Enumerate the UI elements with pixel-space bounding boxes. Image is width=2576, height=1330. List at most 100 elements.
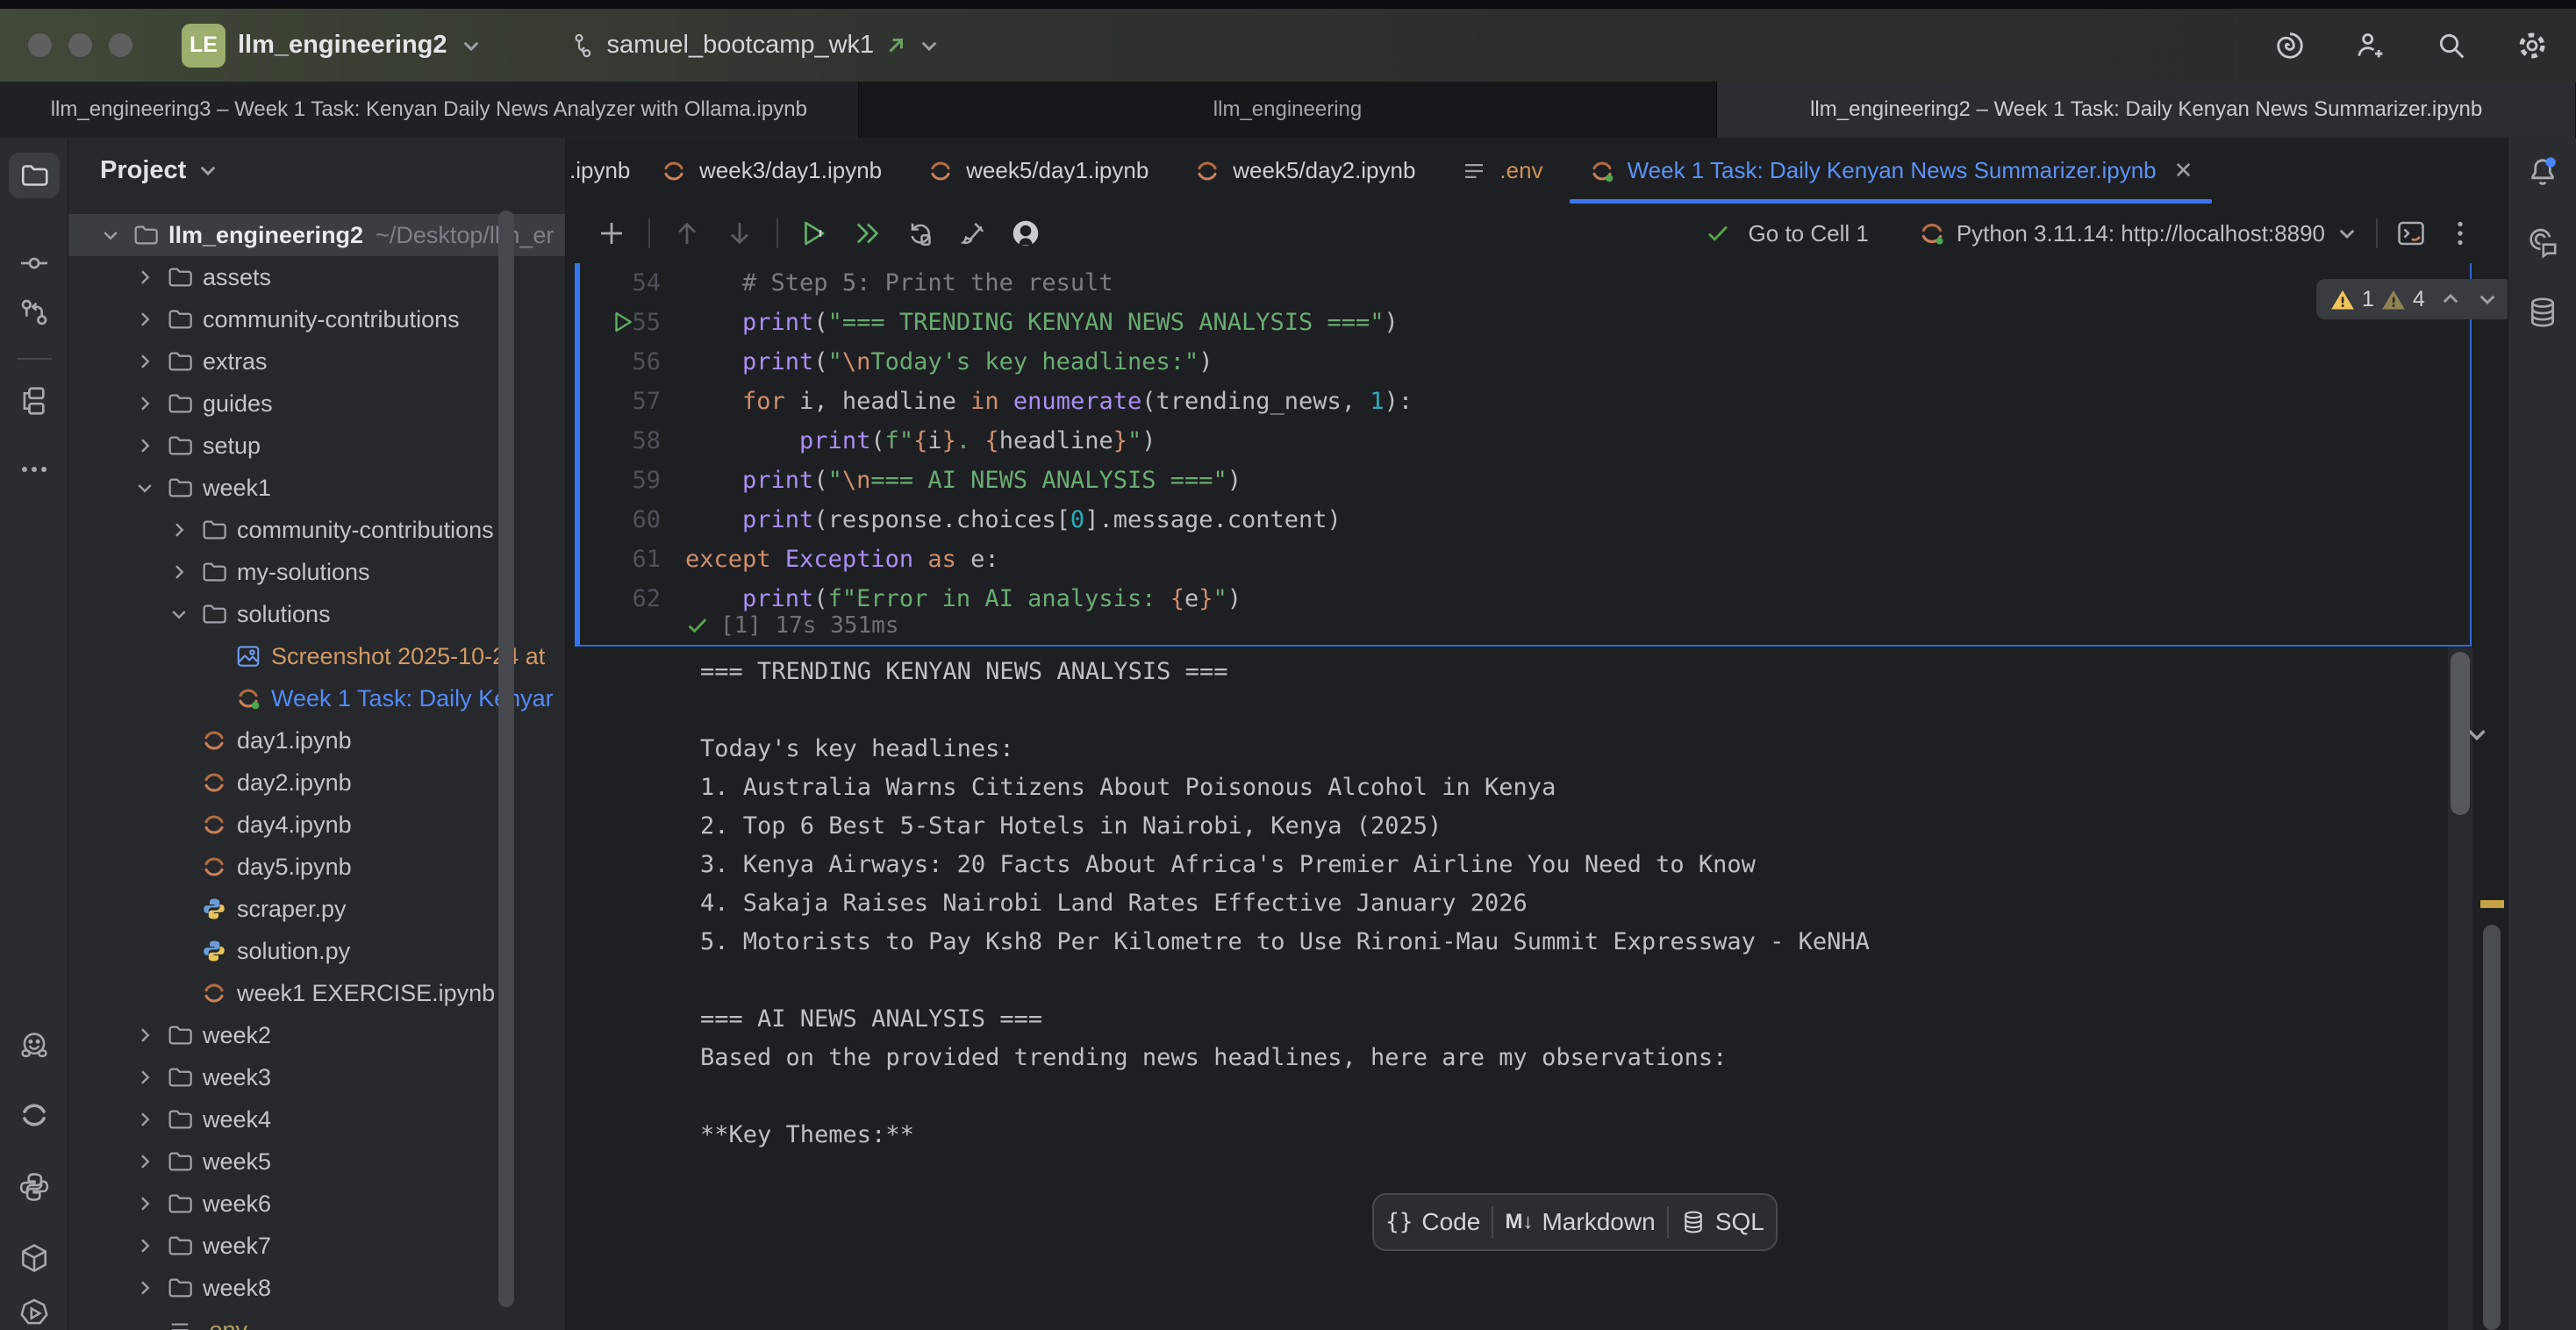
tree-item-week4[interactable]: week4	[68, 1098, 565, 1141]
markdown-cell-button[interactable]: M↓ Markdown	[1505, 1208, 1655, 1236]
github-icon[interactable]	[1010, 218, 1041, 249]
tree-item-week1-exercise-ipynb[interactable]: week1 EXERCISE.ipynb	[68, 972, 565, 1014]
ai-assistant-chat-icon[interactable]	[2525, 225, 2560, 261]
ai-assistant-icon[interactable]	[2272, 28, 2308, 63]
tree-item-week7[interactable]: week7	[68, 1225, 565, 1267]
tree-item-solutions[interactable]: solutions	[68, 593, 565, 635]
commit-tool-icon[interactable]	[18, 247, 51, 280]
tree-item-assets[interactable]: assets	[68, 256, 565, 298]
jupyter-console-icon[interactable]	[2395, 218, 2427, 249]
project-panel-header[interactable]: Project	[100, 150, 219, 190]
chevron-right-icon[interactable]	[161, 516, 197, 544]
tree-item--env[interactable]: .env	[68, 1309, 565, 1330]
project-tree-scrollbar[interactable]	[498, 211, 514, 1307]
run-cell-icon[interactable]	[799, 218, 831, 249]
tree-item-week5[interactable]: week5	[68, 1141, 565, 1183]
next-problem-chevron-icon[interactable]	[2476, 288, 2499, 311]
tree-item-scraper-py[interactable]: scraper.py	[68, 888, 565, 930]
editor-tab-1[interactable]: week3/day1.ipynb	[638, 138, 905, 204]
tree-item-week8[interactable]: week8	[68, 1267, 565, 1309]
move-cell-up-icon[interactable]	[671, 218, 703, 249]
minimize-window-button[interactable]	[68, 33, 92, 57]
tree-item-week6[interactable]: week6	[68, 1183, 565, 1225]
run-all-cells-icon[interactable]	[852, 218, 884, 249]
services-tool-icon[interactable]	[18, 1297, 51, 1330]
tree-item-guides[interactable]: guides	[68, 383, 565, 425]
jupyter-tool-icon[interactable]	[18, 1098, 51, 1132]
python-packages-tool-icon[interactable]	[18, 1241, 51, 1275]
chevron-right-icon[interactable]	[161, 558, 197, 586]
tree-item-screenshot-2025-10-24-at[interactable]: Screenshot 2025-10-24 at	[68, 635, 565, 677]
chevron-right-icon[interactable]	[127, 1021, 162, 1049]
project-widget[interactable]: LE llm_engineering2	[182, 24, 483, 68]
chevron-right-icon[interactable]	[127, 347, 162, 375]
editor-scrollbar-thumb[interactable]	[2483, 925, 2501, 1330]
run-line-icon[interactable]	[610, 309, 636, 335]
tree-item-week3[interactable]: week3	[68, 1056, 565, 1098]
pull-requests-tool-icon[interactable]	[18, 296, 51, 329]
sql-cell-button[interactable]: SQL	[1680, 1208, 1764, 1236]
tree-item-llm-engineering2[interactable]: llm_engineering2~/Desktop/llm_er	[68, 214, 565, 256]
tree-item-community-contributions[interactable]: community-contributions	[68, 298, 565, 340]
inspections-widget[interactable]: 1 4	[2316, 279, 2513, 319]
code-line-59[interactable]: 59 print("\n=== AI NEWS ANALYSIS ===")	[580, 461, 2470, 500]
tree-item-week-1-task-daily-kenyar[interactable]: Week 1 Task: Daily Kenyar	[68, 677, 565, 719]
code-line-60[interactable]: 60 print(response.choices[0].message.con…	[580, 500, 2470, 540]
window-tab-0[interactable]: llm_engineering3 – Week 1 Task: Kenyan D…	[0, 82, 859, 138]
window-controls[interactable]	[28, 33, 132, 57]
tree-item-my-solutions[interactable]: my-solutions	[68, 551, 565, 593]
tree-item-day4-ipynb[interactable]: day4.ipynb	[68, 804, 565, 846]
chevron-right-icon[interactable]	[127, 390, 162, 418]
kernel-selector[interactable]: Python 3.11.14: http://localhost:8890	[1918, 219, 2358, 247]
code-line-57[interactable]: 57 for i, headline in enumerate(trending…	[580, 382, 2470, 421]
move-cell-down-icon[interactable]	[724, 218, 755, 249]
chevron-down-icon[interactable]	[161, 600, 197, 628]
chevron-right-icon[interactable]	[127, 305, 162, 333]
close-window-button[interactable]	[28, 33, 52, 57]
add-cell-icon[interactable]	[596, 218, 627, 249]
tree-item-day1-ipynb[interactable]: day1.ipynb	[68, 719, 565, 762]
code-line-55[interactable]: 55 print("=== TRENDING KENYAN NEWS ANALY…	[580, 303, 2470, 342]
add-user-icon[interactable]	[2353, 28, 2388, 63]
chevron-right-icon[interactable]	[127, 1105, 162, 1133]
chevron-right-icon[interactable]	[127, 1148, 162, 1176]
chevron-down-icon[interactable]	[127, 474, 162, 502]
editor-tab-2[interactable]: week5/day1.ipynb	[905, 138, 1171, 204]
code-line-58[interactable]: 58 print(f"{i}. {headline}")	[580, 421, 2470, 461]
more-options-kebab-icon[interactable]	[2444, 218, 2476, 249]
code-line-56[interactable]: 56 print("\nToday's key headlines:")	[580, 342, 2470, 382]
tree-item-solution-py[interactable]: solution.py	[68, 930, 565, 972]
tree-item-setup[interactable]: setup	[68, 425, 565, 467]
tree-item-extras[interactable]: extras	[68, 340, 565, 383]
previous-problem-chevron-icon[interactable]	[2439, 288, 2462, 311]
structure-tool-icon[interactable]	[18, 384, 51, 418]
tree-item-week2[interactable]: week2	[68, 1014, 565, 1056]
window-tab-2[interactable]: llm_engineering2 – Week 1 Task: Daily Ke…	[1717, 82, 2576, 138]
code-cell-button[interactable]: {} Code	[1385, 1208, 1480, 1236]
error-stripe-warning-mark[interactable]	[2480, 900, 2504, 908]
chevron-right-icon[interactable]	[127, 432, 162, 460]
chevron-right-icon[interactable]	[127, 1063, 162, 1091]
output-scrollbar-thumb[interactable]	[2451, 652, 2470, 815]
zoom-window-button[interactable]	[109, 33, 132, 57]
close-tab-icon[interactable]: ✕	[2174, 157, 2193, 184]
code-line-54[interactable]: 54 # Step 5: Print the result	[580, 263, 2470, 303]
editor-tab-0[interactable]: .ipynb	[566, 138, 638, 204]
chevron-down-icon[interactable]	[93, 221, 128, 249]
database-tool-icon[interactable]	[2525, 295, 2560, 330]
selected-code-cell[interactable]: 54 # Step 5: Print the result55 print("=…	[575, 263, 2472, 647]
editor-tab-4[interactable]: .env	[1438, 138, 1565, 204]
code-line-61[interactable]: 61except Exception as e:	[580, 540, 2470, 579]
settings-gear-icon[interactable]	[2515, 28, 2550, 63]
editor-tab-3[interactable]: week5/day2.ipynb	[1171, 138, 1438, 204]
python-console-tool-icon[interactable]	[18, 1170, 51, 1204]
chevron-right-icon[interactable]	[127, 1190, 162, 1218]
huggingface-tool-icon[interactable]	[18, 1029, 51, 1062]
chevron-right-icon[interactable]	[127, 1232, 162, 1260]
tree-item-community-contributions[interactable]: community-contributions	[68, 509, 565, 551]
chevron-right-icon[interactable]	[127, 1274, 162, 1302]
tree-item-day2-ipynb[interactable]: day2.ipynb	[68, 762, 565, 804]
go-to-cell-button[interactable]: Go to Cell 1	[1749, 220, 1869, 247]
restart-kernel-icon[interactable]	[905, 218, 936, 249]
code-editor[interactable]: 54 # Step 5: Print the result55 print("=…	[580, 263, 2470, 619]
